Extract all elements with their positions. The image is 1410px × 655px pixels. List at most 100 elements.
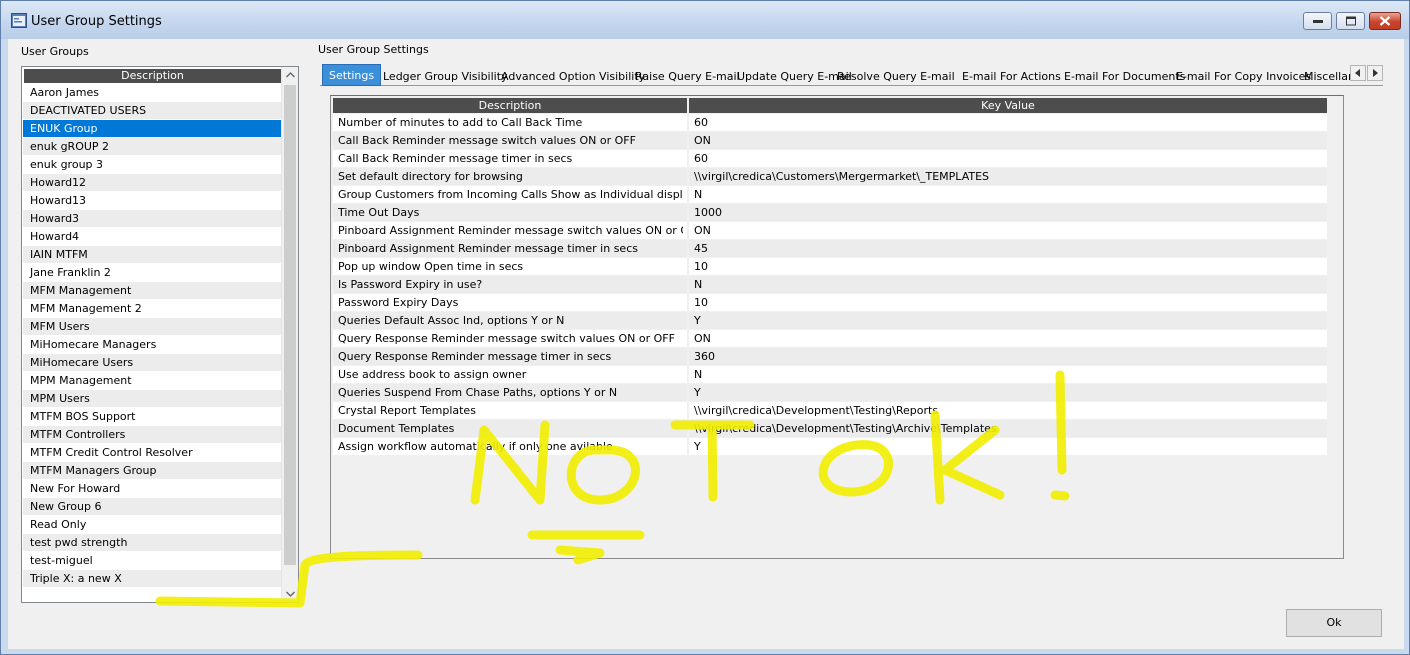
tab-3[interactable]: Raise Query E-mail <box>631 68 744 86</box>
grid-row[interactable]: Crystal Report Templates \\virgil\credica… <box>333 402 1327 420</box>
grid-row[interactable]: Queries Suspend From Chase Paths, option… <box>333 384 1327 402</box>
grid-row[interactable]: Document Templates \\virgil\credica\Devel… <box>333 420 1327 438</box>
user-group-item[interactable]: enuk gROUP 2 <box>23 138 282 156</box>
grid-cell-key-value[interactable]: 60 <box>694 150 1324 167</box>
grid-cell-key-value[interactable]: ON <box>694 330 1324 347</box>
grid-row[interactable]: Call Back Reminder message timer in secs… <box>333 150 1327 168</box>
grid-row[interactable]: Query Response Reminder message timer in… <box>333 348 1327 366</box>
scroll-up-icon[interactable] <box>282 67 299 84</box>
user-group-item[interactable]: Howard3 <box>23 210 282 228</box>
user-group-item[interactable]: test-miguel <box>23 552 282 570</box>
settings-grid[interactable]: Description Key Value Number of minutes … <box>330 95 1344 559</box>
grid-cell-key-value[interactable]: \\virgil\credica\Development\Testing\Rep… <box>694 402 1324 419</box>
user-group-item[interactable]: MTFM Managers Group <box>23 462 282 480</box>
user-group-item[interactable]: ENUK Group <box>23 120 282 138</box>
user-groups-column-header[interactable]: Description <box>24 69 281 83</box>
grid-row[interactable]: Pinboard Assignment Reminder message tim… <box>333 240 1327 258</box>
grid-row[interactable]: Is Password Expiry in use? N <box>333 276 1327 294</box>
grid-cell-key-value[interactable]: 45 <box>694 240 1324 257</box>
grid-cell-key-value[interactable]: Y <box>694 312 1324 329</box>
title-bar[interactable]: User Group Settings <box>1 1 1409 39</box>
grid-row[interactable]: Set default directory for browsing \\virg… <box>333 168 1327 186</box>
user-group-item[interactable]: New Group 6 <box>23 498 282 516</box>
grid-cell-key-value[interactable]: \\virgil\credica\Development\Testing\Arc… <box>694 420 1324 437</box>
grid-row[interactable]: Pinboard Assignment Reminder message swi… <box>333 222 1327 240</box>
user-group-item[interactable]: DEACTIVATED USERS <box>23 102 282 120</box>
grid-cell-key-value[interactable]: N <box>694 366 1324 383</box>
grid-cell-key-value[interactable]: N <box>694 276 1324 293</box>
grid-cell-key-value[interactable]: ON <box>694 132 1324 149</box>
user-group-item[interactable]: MFM Management <box>23 282 282 300</box>
scroll-down-icon[interactable] <box>282 585 299 602</box>
user-group-item[interactable]: MTFM Credit Control Resolver <box>23 444 282 462</box>
tab-scroll-left-button[interactable] <box>1350 65 1366 81</box>
minimize-button[interactable] <box>1303 12 1332 30</box>
grid-cell-description: Number of minutes to add to Call Back Ti… <box>338 116 583 129</box>
settings-tab-panel: Description Key Value Number of minutes … <box>320 87 1383 609</box>
user-group-item[interactable]: MFM Users <box>23 318 282 336</box>
grid-row[interactable]: Time Out Days 1000 <box>333 204 1327 222</box>
grid-row[interactable]: Pop up window Open time in secs 10 <box>333 258 1327 276</box>
user-groups-list[interactable]: Description Aaron James DEACTIVATED USERS… <box>21 66 299 603</box>
grid-row[interactable]: Call Back Reminder message switch values… <box>333 132 1327 150</box>
tab-7[interactable]: E-mail For Documents <box>1060 68 1189 86</box>
grid-cell-key-value[interactable]: N <box>694 186 1324 203</box>
user-group-item[interactable]: enuk group 3 <box>23 156 282 174</box>
user-group-item[interactable]: Howard12 <box>23 174 282 192</box>
grid-column-separator <box>687 240 689 257</box>
user-group-item[interactable]: MPM Users <box>23 390 282 408</box>
grid-cell-key-value[interactable]: 1000 <box>694 204 1324 221</box>
grid-cell-key-value[interactable]: \\virgil\credica\Customers\Mergermarket\… <box>694 168 1324 185</box>
close-button[interactable] <box>1369 12 1401 30</box>
grid-row[interactable]: Group Customers from Incoming Calls Show… <box>333 186 1327 204</box>
maximize-button[interactable] <box>1336 12 1365 30</box>
grid-cell-key-value[interactable]: Y <box>694 384 1324 401</box>
user-group-item[interactable]: Aaron James <box>23 84 282 102</box>
user-group-item[interactable]: MiHomecare Managers <box>23 336 282 354</box>
grid-row[interactable]: Assign workflow automatically if only on… <box>333 438 1327 456</box>
grid-header-description[interactable]: Description <box>333 98 687 113</box>
user-group-item[interactable]: MiHomecare Users <box>23 354 282 372</box>
scroll-thumb[interactable] <box>284 85 296 565</box>
grid-cell-key-value[interactable]: 360 <box>694 348 1324 365</box>
grid-row[interactable]: Password Expiry Days 10 <box>333 294 1327 312</box>
user-group-item[interactable]: Jane Franklin 2 <box>23 264 282 282</box>
grid-row[interactable]: Number of minutes to add to Call Back Ti… <box>333 114 1327 132</box>
user-groups-scrollbar[interactable] <box>281 67 298 602</box>
grid-column-separator <box>687 438 689 455</box>
user-group-item[interactable]: Read Only <box>23 516 282 534</box>
grid-row[interactable]: Query Response Reminder message switch v… <box>333 330 1327 348</box>
user-group-item[interactable]: MFM Management 2 <box>23 300 282 318</box>
grid-cell-key-value[interactable]: 60 <box>694 114 1324 131</box>
grid-cell-description: Call Back Reminder message timer in secs <box>338 152 573 165</box>
tab-5[interactable]: Resolve Query E-mail <box>833 68 959 86</box>
tab-8[interactable]: E-mail For Copy Invoices <box>1172 68 1315 86</box>
user-group-item[interactable]: test pwd strength <box>23 534 282 552</box>
grid-cell-key-value[interactable]: 10 <box>694 294 1324 311</box>
grid-cell-key-value[interactable]: 10 <box>694 258 1324 275</box>
user-group-item[interactable]: Howard13 <box>23 192 282 210</box>
grid-row[interactable]: Use address book to assign owner N <box>333 366 1327 384</box>
user-group-item[interactable]: MTFM BOS Support <box>23 408 282 426</box>
tab-2[interactable]: Advanced Option Visibility <box>497 68 649 86</box>
ok-button[interactable]: Ok <box>1286 609 1382 637</box>
grid-row[interactable]: Queries Default Assoc Ind, options Y or … <box>333 312 1327 330</box>
grid-cell-key-value[interactable]: Y <box>694 438 1324 455</box>
grid-cell-description: Pinboard Assignment Reminder message tim… <box>338 242 638 255</box>
grid-header: Description Key Value <box>333 98 1327 113</box>
grid-cell-key-value[interactable]: ON <box>694 222 1324 239</box>
tab-6[interactable]: E-mail For Actions <box>958 68 1065 86</box>
user-group-item[interactable]: MPM Management <box>23 372 282 390</box>
user-group-item[interactable]: IAIN MTFM <box>23 246 282 264</box>
tab-scroll-right-button[interactable] <box>1367 65 1383 81</box>
user-group-item[interactable]: Howard4 <box>23 228 282 246</box>
user-group-item[interactable]: Triple X: a new X <box>23 570 282 588</box>
grid-column-separator <box>687 204 689 221</box>
tab-0[interactable]: Settings <box>322 64 382 86</box>
user-groups-rows: Aaron James DEACTIVATED USERS ENUK Group en… <box>23 84 282 588</box>
user-group-item[interactable]: MTFM Controllers <box>23 426 282 444</box>
window-title: User Group Settings <box>31 14 162 29</box>
tab-1[interactable]: Ledger Group Visibility <box>379 68 512 86</box>
grid-header-key-value[interactable]: Key Value <box>689 98 1327 113</box>
user-group-item[interactable]: New For Howard <box>23 480 282 498</box>
